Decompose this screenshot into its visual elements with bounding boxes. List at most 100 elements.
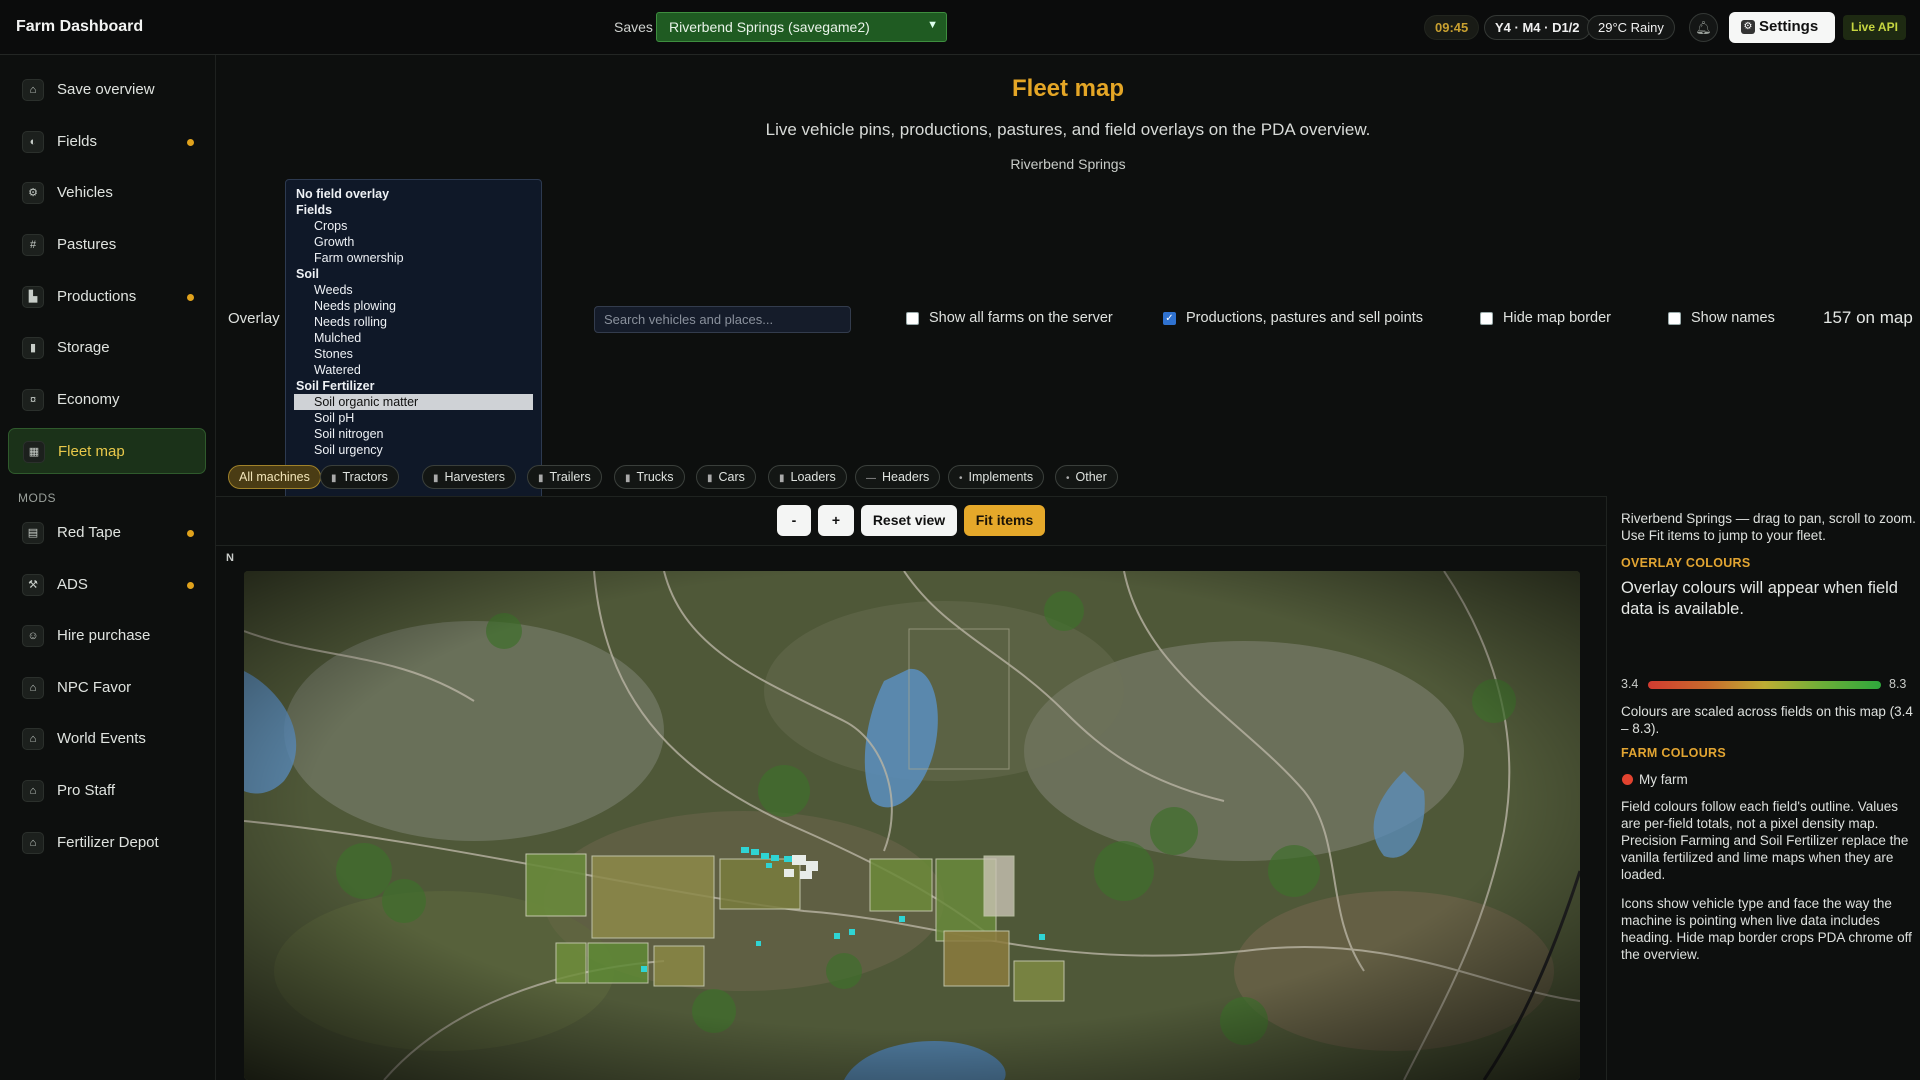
overlay-option[interactable]: Mulched: [286, 330, 541, 346]
saves-select[interactable]: Riverbend Springs (savegame2) ▼: [656, 12, 947, 42]
map-toolbar: - + Reset view Fit items: [216, 496, 1606, 546]
sidebar-item-fleet-map[interactable]: ▦ Fleet map: [8, 428, 206, 474]
coins-icon: ¤: [22, 389, 44, 411]
chevron-down-icon: ▼: [927, 19, 938, 31]
sidebar-item-red-tape[interactable]: ▤ Red Tape: [8, 510, 206, 556]
filter-loaders[interactable]: ▮ Loaders: [768, 465, 847, 489]
overlay-option[interactable]: Soil urgency: [286, 442, 541, 458]
chip-label: Trucks: [636, 470, 674, 484]
overlay-option-group[interactable]: Soil: [286, 266, 541, 282]
map-info-panel: Riverbend Springs — drag to pan, scroll …: [1606, 496, 1920, 1080]
depot-icon: ⌂: [22, 832, 44, 854]
mods-section-label: MODS: [18, 491, 56, 505]
checkbox-label: Show names: [1691, 310, 1775, 326]
reset-view-button[interactable]: Reset view: [861, 505, 957, 536]
overlay-option[interactable]: Needs rolling: [286, 314, 541, 330]
fit-items-button[interactable]: Fit items: [964, 505, 1045, 536]
bell-icon[interactable]: 🔔︎: [1689, 13, 1718, 42]
filter-other[interactable]: • Other: [1055, 465, 1118, 489]
game-time: 09:45: [1424, 15, 1480, 40]
sidebar-item-fertilizer-depot[interactable]: ⌂ Fertilizer Depot: [8, 820, 206, 866]
checkbox-label: Show all farms on the server: [929, 310, 1113, 326]
page-subtitle: Live vehicle pins, productions, pastures…: [765, 120, 1371, 139]
zoom-out-button[interactable]: -: [777, 505, 811, 536]
sidebar-item-economy[interactable]: ¤ Economy: [8, 377, 206, 423]
overlay-option-group[interactable]: Fields: [286, 202, 541, 218]
overlay-option[interactable]: Soil pH: [286, 410, 541, 426]
items-on-map-count: 157 on map: [1823, 308, 1913, 327]
overlay-option[interactable]: Soil organic matter: [294, 394, 533, 410]
implement-icon: •: [959, 473, 963, 484]
sidebar-item-productions[interactable]: ▙ Productions: [8, 274, 206, 320]
overlay-option[interactable]: Soil nitrogen: [286, 426, 541, 442]
filter-trailers[interactable]: ▮ Trailers: [527, 465, 602, 489]
pasture-icon: #: [22, 234, 44, 256]
sidebar-item-vehicles[interactable]: ⚙ Vehicles: [8, 170, 206, 216]
checkbox-unchecked[interactable]: [906, 312, 919, 325]
overlay-colours-heading: OVERLAY COLOURS: [1621, 556, 1751, 570]
chip-label: Cars: [718, 470, 745, 484]
overlay-select[interactable]: No field overlay Fields Crops Growth Farm ow…: [285, 179, 542, 513]
sidebar-item-fields[interactable]: ◐ Fields: [8, 119, 206, 165]
overlay-option[interactable]: Stones: [286, 346, 541, 362]
page-title: Fleet map: [1011, 75, 1125, 102]
filter-headers[interactable]: — Headers: [855, 465, 941, 489]
sidebar-item-label: Pastures: [57, 236, 117, 253]
live-api-badge: Live API: [1843, 15, 1906, 40]
sidebar-item-pastures[interactable]: # Pastures: [8, 222, 206, 268]
zoom-in-button[interactable]: +: [818, 505, 854, 536]
saves-selected-value: Riverbend Springs (savegame2): [669, 19, 870, 35]
notification-dot: [187, 139, 194, 146]
overlay-option-group[interactable]: No field overlay: [286, 186, 541, 202]
sidebar-item-label: Economy: [57, 391, 120, 408]
fleet-map-canvas[interactable]: [244, 571, 1580, 1080]
chip-label: Other: [1075, 470, 1107, 484]
tractor-icon: ▮: [331, 473, 337, 484]
filter-all-machines[interactable]: All machines: [228, 465, 321, 489]
gear-icon: ⚙: [1741, 20, 1755, 34]
farm-colour-swatch: [1622, 774, 1633, 785]
search-input[interactable]: Search vehicles and places...: [594, 306, 851, 333]
saves-label: Saves: [614, 19, 653, 35]
sidebar-item-label: Fleet map: [58, 443, 125, 460]
colour-scale-bar: [1648, 681, 1881, 689]
map-hint: Riverbend Springs — drag to pan, scroll …: [1621, 511, 1916, 543]
overlay-colours-text: Overlay colours will appear when field d…: [1621, 579, 1898, 618]
game-date: Y4 · M4 · D1/2: [1484, 15, 1591, 40]
sidebar-item-pro-staff[interactable]: ⌂ Pro Staff: [8, 768, 206, 814]
checkbox-unchecked[interactable]: [1480, 312, 1493, 325]
checkbox-checked[interactable]: ✓: [1163, 312, 1176, 325]
sidebar-item-label: World Events: [57, 730, 146, 747]
map-icon: ▦: [23, 441, 45, 463]
sidebar-item-world-events[interactable]: ⌂ World Events: [8, 716, 206, 762]
tractor-icon: ⚙: [22, 182, 44, 204]
sidebar-item-label: NPC Favor: [57, 679, 132, 696]
sidebar-item-save-overview[interactable]: ⌂ Save overview: [8, 67, 206, 113]
settings-button[interactable]: ⚙ Settings: [1729, 12, 1835, 43]
sidebar: ⌂ Save overview ◐ Fields ⚙ Vehicles # Pa…: [0, 55, 216, 1080]
overlay-option[interactable]: Weeds: [286, 282, 541, 298]
sidebar-item-storage[interactable]: ▮ Storage: [8, 325, 206, 371]
header-icon: —: [866, 473, 876, 484]
overlay-option[interactable]: Farm ownership: [286, 250, 541, 266]
filter-tractors[interactable]: ▮ Tractors: [320, 465, 399, 489]
filter-trucks[interactable]: ▮ Trucks: [614, 465, 685, 489]
filter-harvesters[interactable]: ▮ Harvesters: [422, 465, 516, 489]
person-icon: ☺: [22, 625, 44, 647]
settings-label: Settings: [1759, 18, 1819, 35]
sidebar-item-label: Fields: [57, 133, 98, 150]
sidebar-item-npc-favor[interactable]: ⌂ NPC Favor: [8, 665, 206, 711]
truck-icon: ▮: [625, 473, 631, 484]
overlay-option[interactable]: Watered: [286, 362, 541, 378]
car-icon: ▮: [707, 473, 713, 484]
filter-cars[interactable]: ▮ Cars: [696, 465, 756, 489]
checkbox-unchecked[interactable]: [1668, 312, 1681, 325]
filter-implements[interactable]: • Implements: [948, 465, 1045, 489]
overlay-option-group[interactable]: Soil Fertilizer: [286, 378, 541, 394]
overlay-option[interactable]: Needs plowing: [286, 298, 541, 314]
overlay-option[interactable]: Growth: [286, 234, 541, 250]
sidebar-item-ads[interactable]: ⚒ ADS: [8, 562, 206, 608]
npc-icon: ⌂: [22, 677, 44, 699]
sidebar-item-hire-purchase[interactable]: ☺ Hire purchase: [8, 613, 206, 659]
overlay-option[interactable]: Crops: [286, 218, 541, 234]
